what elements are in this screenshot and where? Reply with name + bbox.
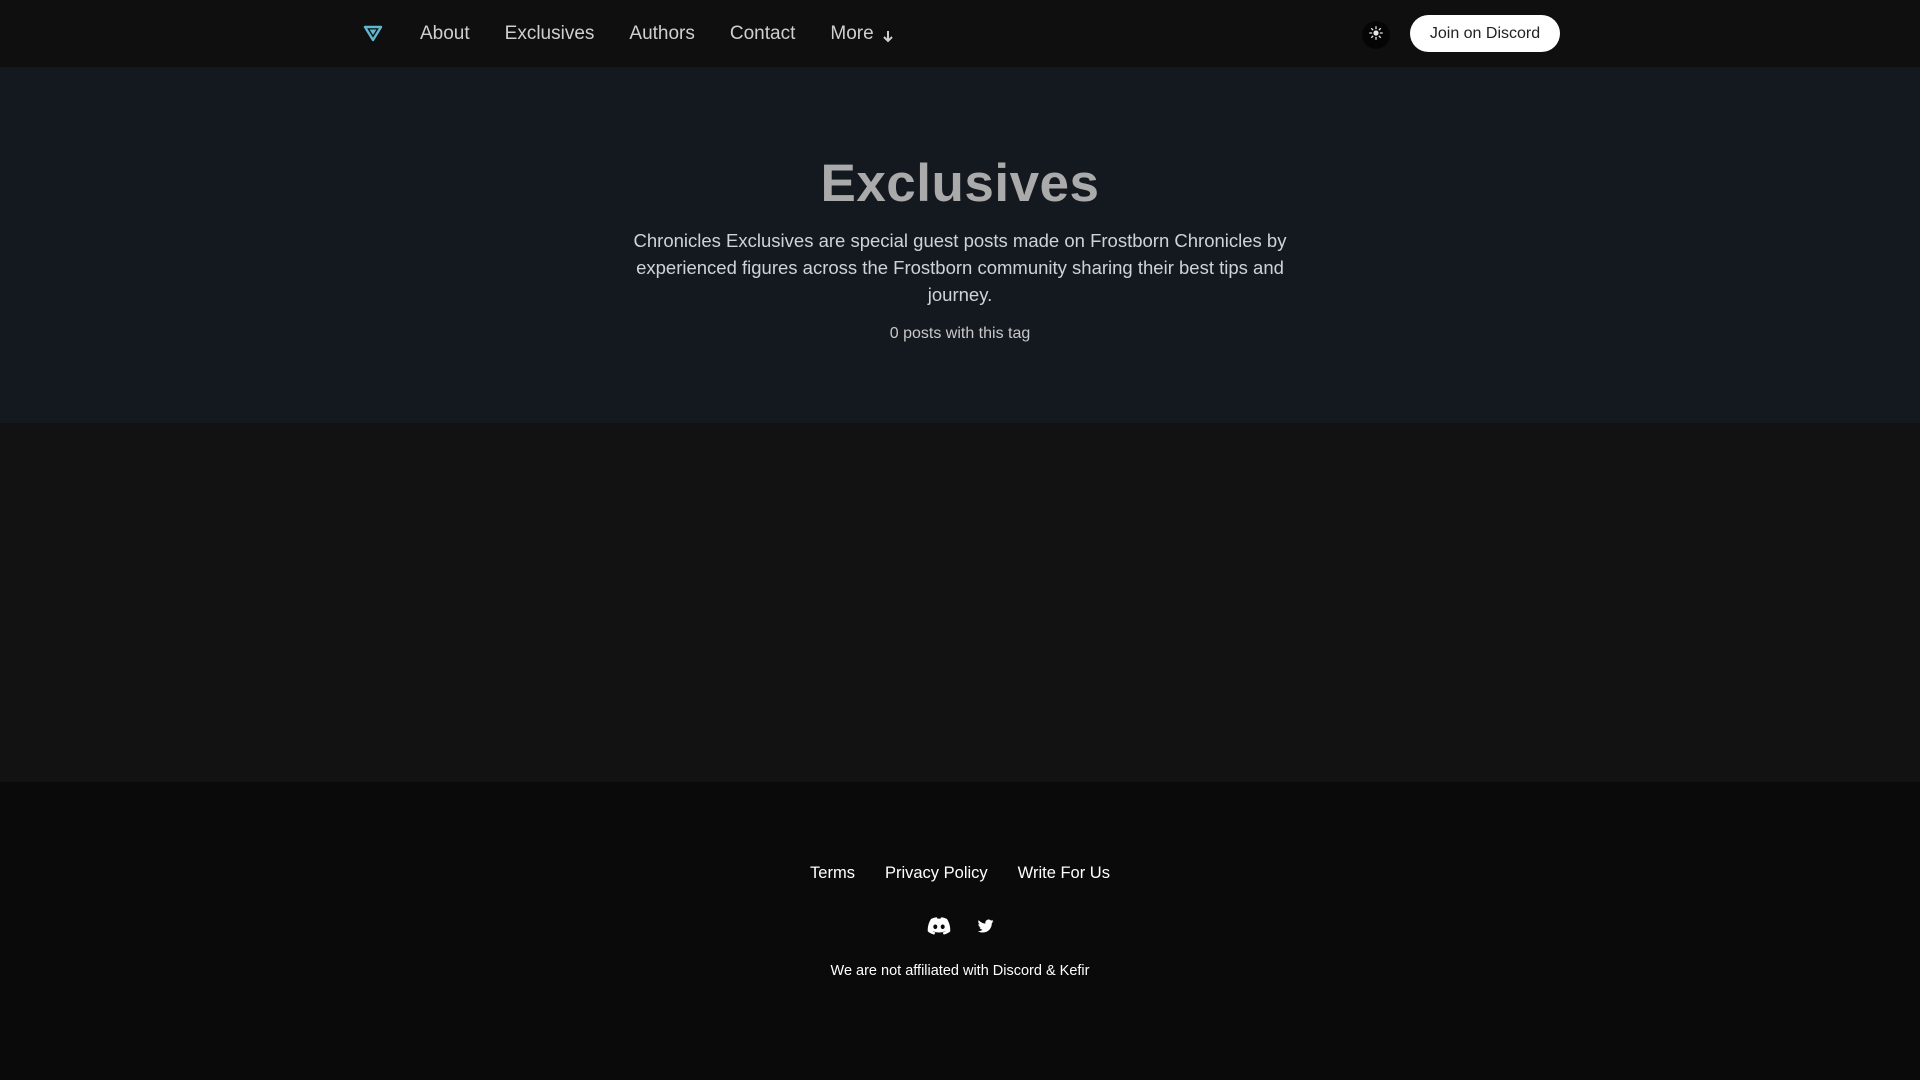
tag-hero: Exclusives Chronicles Exclusives are spe… [0, 67, 1920, 423]
site-footer: Terms Privacy Policy Write For Us We are… [0, 782, 1920, 1080]
nav-item-authors[interactable]: Authors [629, 23, 694, 45]
disclaimer-text: We are not affiliated with Discord & Kef… [830, 963, 1090, 979]
tag-description: Chronicles Exclusives are special guest … [633, 230, 1287, 305]
post-count: 0 posts with this tag [889, 325, 1031, 342]
main-nav: About Exclusives Authors Contact More [420, 0, 929, 67]
discord-icon[interactable] [926, 916, 952, 936]
site-header: About Exclusives Authors Contact More Jo… [0, 0, 1920, 67]
theme-toggle-button[interactable] [1362, 21, 1390, 49]
footer-link-privacy-policy[interactable]: Privacy Policy [885, 864, 988, 883]
nav-item-label: Exclusives [504, 22, 595, 44]
page-title: Exclusives [820, 154, 1100, 213]
footer-link-terms[interactable]: Terms [810, 864, 855, 883]
twitter-icon[interactable] [978, 919, 994, 933]
join-discord-button[interactable]: Join on Discord [1410, 15, 1560, 52]
nav-item-exclusives[interactable]: Exclusives [505, 23, 595, 45]
footer-link-write-for-us[interactable]: Write For Us [1018, 864, 1110, 883]
nav-item-more[interactable]: More [830, 23, 893, 45]
social-links [0, 916, 1920, 936]
triangle-logo-icon[interactable] [362, 23, 384, 43]
nav-item-label: Authors [629, 22, 695, 44]
nav-item-about[interactable]: About [420, 23, 470, 45]
arrow-down-icon [882, 27, 894, 42]
nav-item-label: About [420, 22, 470, 44]
nav-item-label: More [830, 22, 874, 44]
nav-item-label: Contact [729, 22, 796, 44]
sun-icon [1369, 25, 1383, 45]
post-feed [0, 423, 1920, 782]
footer-links: Terms Privacy Policy Write For Us [0, 864, 1920, 883]
nav-item-contact[interactable]: Contact [730, 23, 795, 45]
